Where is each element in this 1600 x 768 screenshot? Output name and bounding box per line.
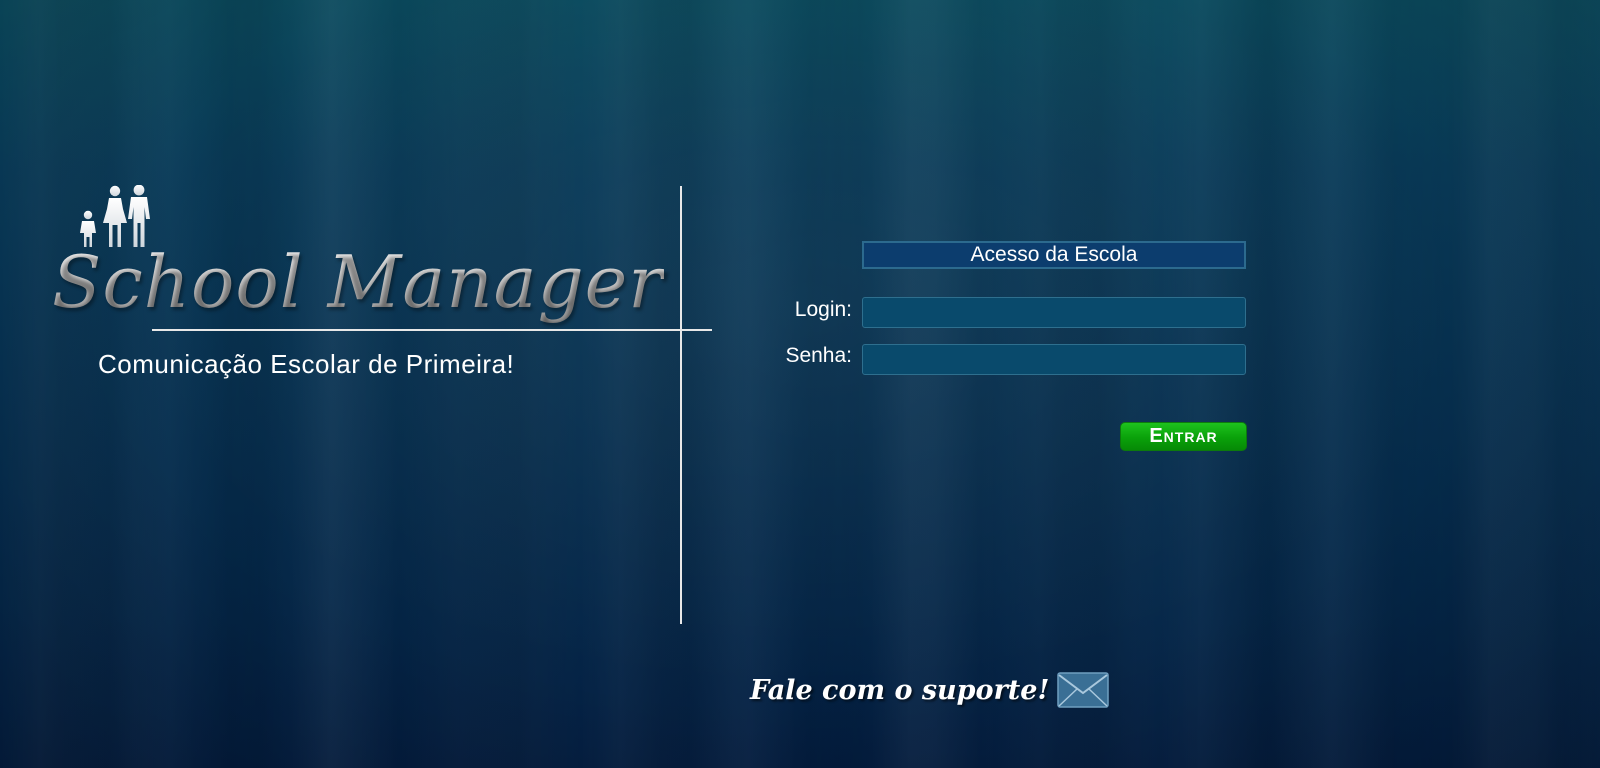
- support-link[interactable]: Fale com o suporte!: [750, 672, 1110, 708]
- brand-divider: [680, 186, 682, 624]
- background-vignette: [0, 0, 1600, 768]
- login-label: Login:: [794, 298, 852, 321]
- brand-tagline: Comunicação Escolar de Primeira!: [98, 349, 515, 379]
- background-stripes: [0, 0, 1600, 768]
- password-label: Senha:: [785, 344, 852, 367]
- login-panel-header: Acesso da Escola: [862, 241, 1246, 269]
- login-input[interactable]: [862, 297, 1246, 328]
- support-text: Fale com o suporte!: [750, 674, 1050, 706]
- mail-icon: [1057, 672, 1110, 708]
- brand-underline: [152, 329, 712, 331]
- background-stripes-overlay: [0, 0, 1600, 768]
- brand-title: School Manager: [52, 240, 664, 324]
- password-input[interactable]: [862, 344, 1246, 375]
- enter-button[interactable]: Entrar: [1120, 422, 1247, 451]
